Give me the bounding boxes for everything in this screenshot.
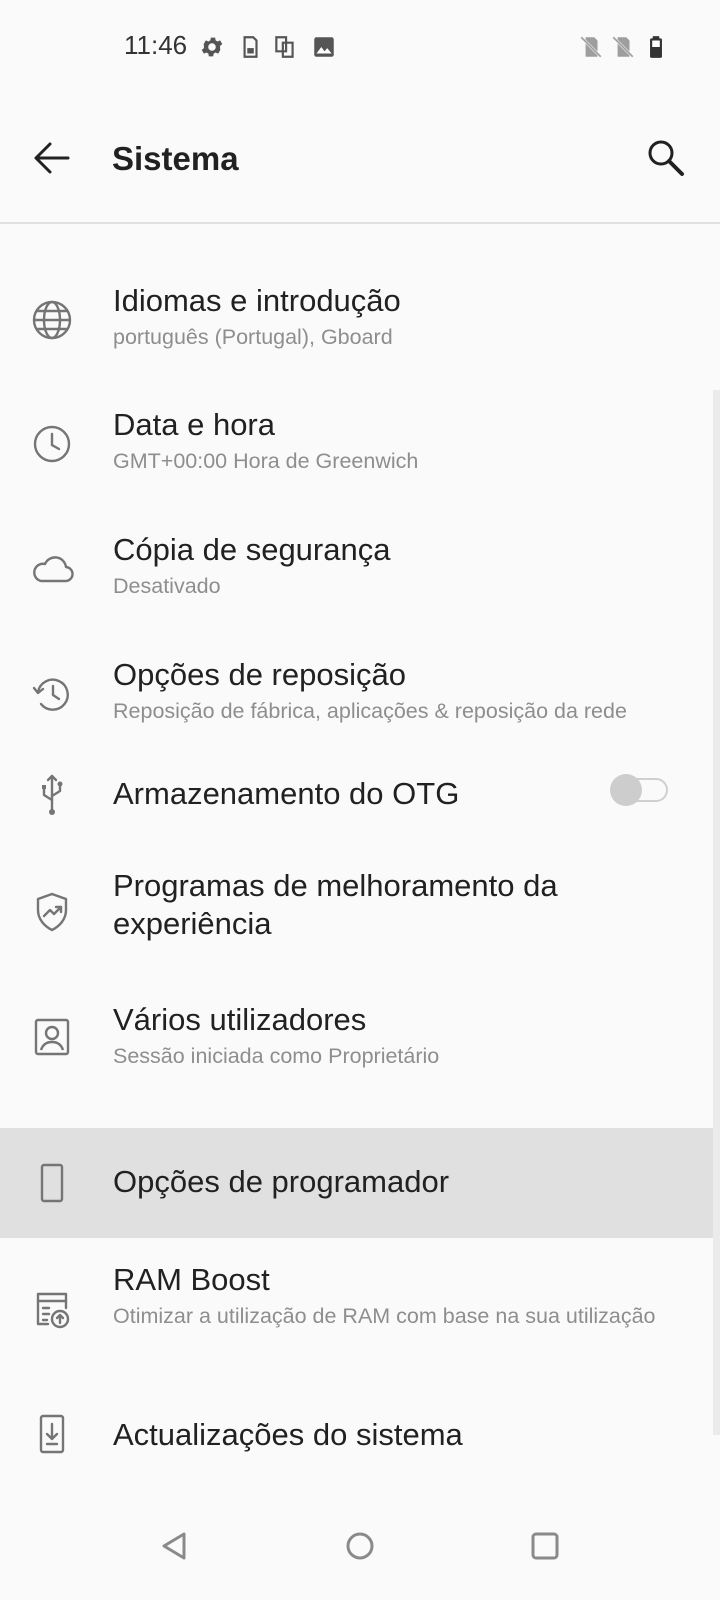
settings-item-subtitle: Desativado bbox=[113, 574, 221, 598]
settings-item-developer-options[interactable]: Opções de programador bbox=[0, 1128, 720, 1238]
settings-item-subtitle: Sessão iniciada como Proprietário bbox=[113, 1044, 440, 1068]
settings-item-title: Programas de melhoramento da experiência bbox=[113, 868, 558, 941]
settings-item-multiple-users[interactable]: Vários utilizadores Sessão iniciada como… bbox=[0, 971, 720, 1096]
back-button[interactable] bbox=[22, 128, 82, 188]
globe-icon bbox=[28, 296, 76, 344]
settings-item-ram-boost[interactable]: RAM Boost Otimizar a utilização de RAM c… bbox=[0, 1238, 720, 1398]
scrollbar[interactable] bbox=[713, 390, 720, 1435]
copy-icon bbox=[272, 34, 298, 60]
settings-item-title: Cópia de segurança bbox=[113, 532, 391, 567]
settings-item-subtitle: português (Portugal), Gboard bbox=[113, 325, 393, 349]
home-circle-icon bbox=[346, 1532, 374, 1560]
settings-item-subtitle: GMT+00:00 Hora de Greenwich bbox=[113, 449, 419, 473]
toggle-thumb bbox=[610, 774, 642, 806]
settings-item-title: Opções de reposição bbox=[113, 657, 406, 692]
otg-toggle[interactable] bbox=[610, 774, 670, 806]
clock-icon bbox=[28, 420, 76, 468]
nav-home-button[interactable] bbox=[330, 1516, 390, 1576]
gear-icon bbox=[199, 34, 225, 60]
settings-item-subtitle: Otimizar a utilização de RAM com base na… bbox=[113, 1304, 656, 1328]
shield-trend-icon bbox=[28, 888, 76, 936]
battery-icon bbox=[643, 34, 669, 60]
settings-item-subtitle: Reposição de fábrica, aplicações & repos… bbox=[113, 699, 627, 723]
settings-item-title: Data e hora bbox=[113, 407, 275, 442]
sim-card-icon bbox=[237, 34, 263, 60]
settings-item-languages[interactable]: Idiomas e introdução português (Portugal… bbox=[0, 250, 720, 372]
settings-item-experience-programs[interactable]: Programas de melhoramento da experiência bbox=[0, 841, 720, 971]
settings-item-title: Opções de programador bbox=[113, 1164, 450, 1199]
user-icon bbox=[28, 1013, 76, 1061]
settings-item-otg-storage[interactable]: Armazenamento do OTG bbox=[0, 747, 720, 841]
settings-item-system-updates[interactable]: Actualizações do sistema bbox=[0, 1398, 720, 1496]
phone-icon bbox=[28, 1159, 76, 1207]
ram-boost-icon bbox=[28, 1286, 76, 1334]
nav-recents-button[interactable] bbox=[515, 1516, 575, 1576]
no-sim-icon bbox=[610, 34, 636, 60]
settings-item-reset-options[interactable]: Opções de reposição Reposição de fábrica… bbox=[0, 622, 720, 747]
recents-square-icon bbox=[531, 1532, 559, 1560]
nav-back-button[interactable] bbox=[146, 1516, 206, 1576]
settings-item-title: RAM Boost bbox=[113, 1262, 270, 1297]
settings-item-date-time[interactable]: Data e hora GMT+00:00 Hora de Greenwich bbox=[0, 372, 720, 497]
search-button[interactable] bbox=[636, 128, 696, 188]
settings-item-title: Vários utilizadores bbox=[113, 1002, 367, 1037]
system-update-icon bbox=[28, 1410, 76, 1458]
history-icon bbox=[28, 670, 76, 718]
settings-item-title: Actualizações do sistema bbox=[113, 1417, 463, 1452]
search-icon bbox=[648, 140, 684, 176]
status-bar: 11:46 bbox=[0, 0, 720, 96]
app-bar: Sistema bbox=[0, 96, 720, 224]
settings-item-title: Armazenamento do OTG bbox=[113, 776, 460, 811]
arrow-left-icon bbox=[34, 142, 70, 174]
usb-icon bbox=[28, 770, 76, 818]
settings-item-title: Idiomas e introdução bbox=[113, 283, 401, 318]
page-title: Sistema bbox=[112, 140, 239, 177]
cloud-icon bbox=[28, 545, 76, 593]
status-time: 11:46 bbox=[124, 30, 188, 60]
settings-item-backup[interactable]: Cópia de segurança Desativado bbox=[0, 497, 720, 622]
no-sim-icon bbox=[578, 34, 604, 60]
navigation-bar bbox=[0, 1492, 720, 1600]
back-triangle-icon bbox=[162, 1532, 186, 1560]
image-icon bbox=[311, 34, 337, 60]
